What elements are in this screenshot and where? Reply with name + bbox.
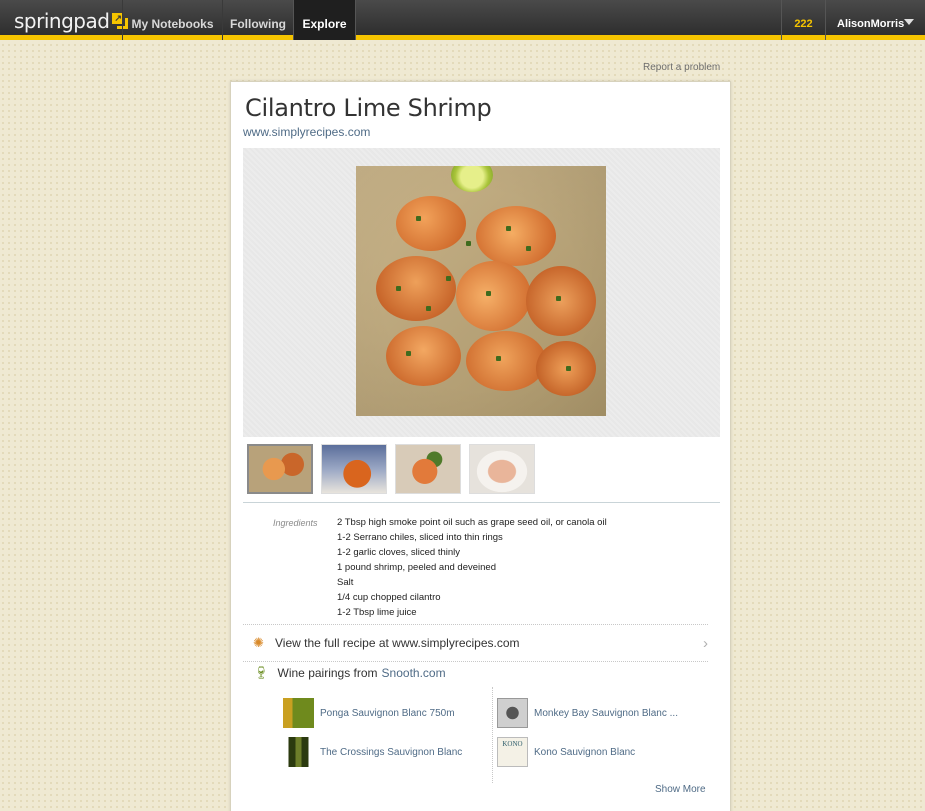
recipe-main-photo [356, 166, 606, 416]
tab-my-notebooks[interactable]: My Notebooks [122, 0, 222, 40]
user-name: AlisonMorris [837, 18, 905, 30]
wine-glass-icon: 🍷︎ [253, 665, 270, 680]
wine-label-thumb [283, 698, 314, 728]
divider [243, 502, 720, 503]
shrimp-graphic [476, 206, 556, 266]
wine-item-monkey-bay[interactable]: Monkey Bay Sauvignon Blanc ... [497, 698, 678, 728]
chevron-right-icon: › [703, 634, 708, 652]
ingredients-list: 2 Tbsp high smoke point oil such as grap… [337, 517, 607, 622]
image-viewer [243, 148, 720, 437]
shrimp-graphic [386, 326, 461, 386]
lime-slice-graphic [451, 166, 493, 192]
logo-text: springpad [14, 9, 110, 33]
thumbnail-strip [247, 444, 535, 494]
divider [243, 661, 708, 662]
report-problem-link[interactable]: Report a problem [643, 62, 720, 73]
wine-name: The Crossings Sauvignon Blanc [320, 746, 463, 758]
ingredient-item: 1/4 cup chopped cilantro [337, 592, 441, 603]
notification-count[interactable]: 222 [781, 0, 825, 40]
wine-item-the-crossings[interactable]: The Crossings Sauvignon Blanc [283, 737, 462, 767]
ingredient-item: 1-2 garlic cloves, sliced thinly [337, 547, 461, 558]
ingredient-item: 1-2 Serrano chiles, sliced into thin rin… [337, 532, 503, 543]
kono-label-text: KONO [502, 740, 523, 748]
tab-explore[interactable]: Explore [293, 0, 356, 40]
wine-pairings-label: Wine pairings from [277, 666, 378, 680]
shrimp-graphic [466, 331, 546, 391]
wine-column-divider [492, 687, 493, 783]
wine-item-kono[interactable]: KONO Kono Sauvignon Blanc [497, 737, 635, 767]
page-title: Cilantro Lime Shrimp [245, 94, 492, 122]
top-nav-bar: springpad ↗ My Notebooks Following Explo… [0, 0, 925, 40]
shrimp-graphic [456, 261, 531, 331]
ingredient-item: 1-2 Tbsp lime juice [337, 607, 417, 618]
tab-following[interactable]: Following [222, 0, 293, 40]
sun-icon: ✺ [253, 635, 264, 650]
thumbnail-4[interactable] [469, 444, 535, 494]
source-link[interactable]: www.simplyrecipes.com [243, 125, 370, 139]
shrimp-graphic [526, 266, 596, 336]
wine-item-ponga[interactable]: Ponga Sauvignon Blanc 750m [283, 698, 455, 728]
recipe-card: Cilantro Lime Shrimp www.simplyrecipes.c… [230, 81, 731, 811]
ingredient-item: 1 pound shrimp, peeled and deveined [337, 562, 496, 573]
caret-down-icon [904, 19, 914, 25]
springpad-logo[interactable]: springpad ↗ [14, 9, 129, 33]
snooth-link[interactable]: Snooth.com [382, 666, 446, 680]
wine-pairings-header: 🍷︎ Wine pairings from Snooth.com [253, 665, 446, 681]
shrimp-graphic [396, 196, 466, 251]
wine-name: Ponga Sauvignon Blanc 750m [320, 707, 455, 719]
show-more-link[interactable]: Show More [655, 784, 706, 795]
wine-label-thumb: KONO [497, 737, 528, 767]
wine-name: Kono Sauvignon Blanc [534, 746, 636, 758]
ingredient-item: Salt [337, 577, 354, 588]
thumbnail-3[interactable] [395, 444, 461, 494]
wine-label-thumb [283, 737, 314, 767]
view-full-recipe-link[interactable]: ✺ View the full recipe at www.simplyreci… [243, 625, 708, 661]
shrimp-graphic [376, 256, 456, 321]
thumbnail-2[interactable] [321, 444, 387, 494]
ingredients-label: Ingredients [273, 518, 318, 528]
view-full-recipe-text: View the full recipe at www.simplyrecipe… [275, 636, 520, 650]
wine-name: Monkey Bay Sauvignon Blanc ... [534, 707, 678, 719]
ingredient-item: 2 Tbsp high smoke point oil such as grap… [337, 517, 607, 528]
wine-label-thumb [497, 698, 528, 728]
thumbnail-1[interactable] [247, 444, 313, 494]
user-menu[interactable]: AlisonMorris [825, 0, 925, 40]
